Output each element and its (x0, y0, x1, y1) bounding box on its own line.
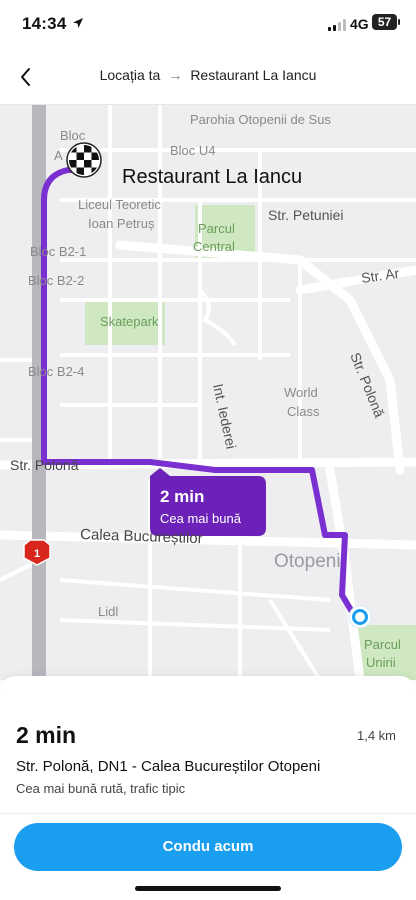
label-bloc-b2-1: Bloc B2-1 (30, 244, 86, 259)
label-parcul-central-2: Central (193, 239, 235, 254)
route-title: Locația ta → Restaurant La Iancu (0, 67, 416, 83)
destination-flag-icon[interactable] (66, 142, 102, 178)
label-parcul-central-1: Parcul (198, 221, 235, 236)
label-skatepark: Skatepark (100, 314, 159, 329)
drive-now-button[interactable]: Condu acum (14, 823, 402, 871)
park-area-unirii (355, 625, 416, 680)
label-str-petuniei: Str. Petuniei (268, 207, 344, 223)
label-int-iederei: Int. Iederei (210, 382, 239, 450)
label-world-class-1: World (284, 385, 318, 400)
label-liceul-2: Ioan Petruș (88, 216, 155, 231)
sheet-divider (0, 813, 416, 814)
map-view[interactable]: 1 2 min Cea mai bună Bloc A Bloc U4 Paro… (0, 105, 416, 680)
label-world-class-2: Class (287, 404, 320, 419)
home-indicator[interactable] (135, 886, 281, 891)
label-parohia: Parohia Otopenii de Sus (190, 112, 331, 127)
label-bloc-b2-2: Bloc B2-2 (28, 273, 84, 288)
label-parcul-unirii-2: Unirii (366, 655, 396, 670)
destination-name-label: Restaurant La Iancu (122, 166, 302, 188)
battery-cap (398, 19, 400, 25)
label-bloc-u4: Bloc U4 (170, 143, 216, 158)
status-bar: 14:34 4G 57 (0, 0, 416, 50)
label-otopeni: Otopeni (274, 551, 341, 572)
route-badge-label: Cea mai bună (160, 511, 242, 526)
route-eta: 2 min (16, 722, 77, 748)
road-shield-number: 1 (34, 548, 40, 560)
label-calea-bucurestilor: Calea Bucureștilor (80, 526, 203, 547)
signal-icon (328, 18, 346, 36)
destination-label: Restaurant La Iancu (190, 67, 317, 83)
label-parcul-unirii-1: Parcul (364, 637, 401, 652)
route-distance: 1,4 km (356, 728, 396, 743)
label-bloc-b2-4: Bloc B2-4 (28, 364, 84, 379)
route-header: Locația ta → Restaurant La Iancu (0, 50, 416, 105)
label-bloc-a-1: Bloc (60, 128, 86, 143)
route-description: Cea mai bună rută, trafic tipic (16, 781, 186, 796)
label-str-ar: Str. Ar (360, 265, 400, 286)
label-str-polona: Str. Polonă (10, 457, 79, 473)
label-lidl: Lidl (98, 604, 118, 619)
label-liceul-1: Liceul Teoretic (78, 197, 161, 212)
route-badge-eta: 2 min (160, 487, 204, 506)
route-name: Str. Polonă, DN1 - Calea Bucureștilor Ot… (16, 758, 321, 775)
label-bloc-a-2: A (54, 148, 63, 163)
status-time: 14:34 (22, 14, 67, 33)
location-arrow-icon (72, 16, 84, 34)
arrow-right-icon: → (168, 67, 183, 83)
battery-icon: 57 (372, 14, 397, 30)
dn1-road-shield-icon: 1 (23, 539, 51, 566)
origin-label: Locația ta (99, 67, 161, 83)
map-canvas[interactable]: 1 2 min Cea mai bună Bloc A Bloc U4 Paro… (0, 105, 416, 680)
current-location-icon[interactable] (348, 605, 372, 629)
route-time-badge[interactable]: 2 min Cea mai bună (150, 468, 266, 536)
route-details-sheet: 2 min 1,4 km Str. Polonă, DN1 - Calea Bu… (0, 676, 416, 900)
network-type: 4G (350, 16, 369, 32)
